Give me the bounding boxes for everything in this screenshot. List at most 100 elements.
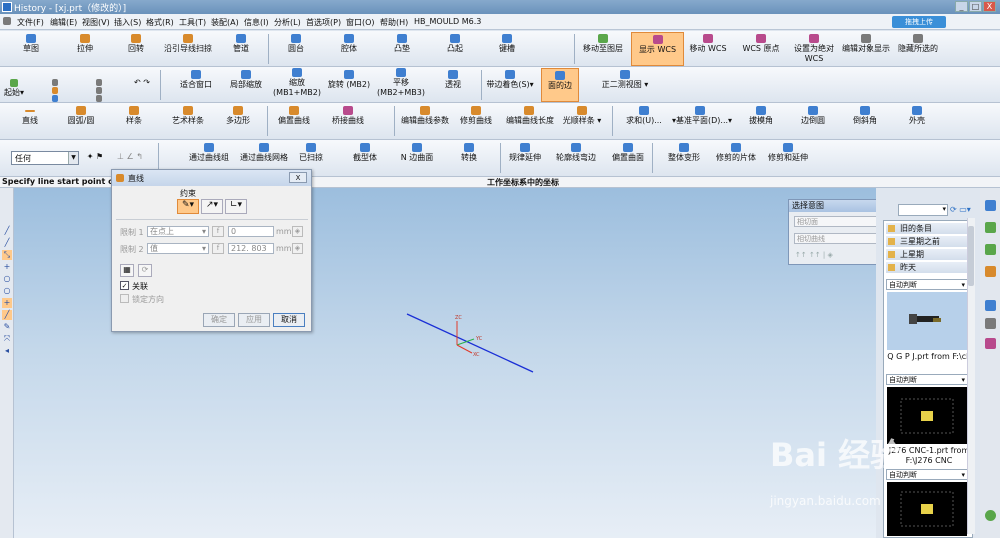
history-filter-select-1[interactable]: 自动判断 ▾ xyxy=(886,279,968,290)
history-scrollbar-thumb[interactable] xyxy=(968,226,974,286)
face-edges-button[interactable]: 面的边 xyxy=(541,68,579,102)
history-group-old[interactable]: 旧的条目 xyxy=(886,223,972,234)
menu-edit[interactable]: 编辑(E) xyxy=(50,17,77,28)
datum-plane-button[interactable]: ▾基准平面(D)...▾ xyxy=(672,106,732,126)
through-curve-mesh-button[interactable]: 通过曲线网格 xyxy=(236,143,292,163)
unite-button[interactable]: 求和(U)... xyxy=(624,106,664,126)
apply-button[interactable]: 应用 xyxy=(238,313,270,327)
minimize-button[interactable]: _ xyxy=(955,1,968,12)
menu-view[interactable]: 视图(V) xyxy=(82,17,110,28)
menu-hb-mould[interactable]: HB_MOULD M6.3 xyxy=(414,17,481,26)
menu-assembly[interactable]: 装配(A) xyxy=(211,17,239,28)
limit2-formula-icon[interactable]: f xyxy=(212,243,224,254)
swept-button[interactable]: 已扫掠 xyxy=(296,143,326,163)
web-browser-icon[interactable] xyxy=(985,266,996,277)
selection-tools[interactable]: ✦ ⚑ xyxy=(82,152,108,162)
edge-blend-button[interactable]: 边倒圆 xyxy=(800,106,826,126)
assembly-navigator-icon[interactable] xyxy=(985,200,996,211)
part-navigator-icon[interactable] xyxy=(985,222,996,233)
more-tools-icon[interactable]: ◂ xyxy=(2,346,12,356)
history-group-3weeks[interactable]: 三星期之前 xyxy=(886,236,972,247)
hide-selected-button[interactable]: 隐藏所选的 xyxy=(896,34,940,54)
curve-length-button[interactable]: 编辑曲线长度 xyxy=(506,106,554,126)
studio-spline-button[interactable]: 艺术样条 xyxy=(168,106,208,126)
reverse-option-button[interactable]: ⟳ xyxy=(138,264,152,277)
line-tool2-icon[interactable]: ╱ xyxy=(2,238,12,248)
app-menu-icon[interactable] xyxy=(3,17,11,25)
tube-button[interactable]: 管道 xyxy=(227,34,255,54)
smooth-spline-button[interactable]: 光顺样条 ▾ xyxy=(562,106,602,126)
upload-button[interactable]: 拖拽上传 xyxy=(892,16,946,28)
history-group-yesterday[interactable]: 昨天 xyxy=(886,262,972,273)
limit1-value-input[interactable]: 0 xyxy=(228,226,274,237)
history-thumbnail-3[interactable] xyxy=(887,482,967,536)
shell-button[interactable]: 外壳 xyxy=(904,106,930,126)
bridge-curve-button[interactable]: 桥接曲线 xyxy=(328,106,368,126)
limit2-value-input[interactable]: 212. 803 xyxy=(228,243,274,254)
polygon-button[interactable]: 多边形 xyxy=(224,106,252,126)
shaded-with-edges-button[interactable]: 带边着色(S)▾ xyxy=(484,70,536,90)
zoom-button[interactable]: 缩放 (MB1+MB2) xyxy=(272,68,322,98)
intent-options-icons[interactable]: ↑↑ ↑↑ | ◈ xyxy=(795,251,833,259)
circle-tool-icon[interactable]: ○ xyxy=(2,274,12,284)
history-search-input[interactable]: ▾ xyxy=(898,204,948,216)
reuse-library-icon[interactable] xyxy=(985,244,996,255)
trimetric-view-button[interactable]: 正二测视图 ▾ xyxy=(596,70,654,90)
system-materials-icon[interactable] xyxy=(985,318,996,329)
offset-surface-button[interactable]: 偏置曲面 xyxy=(610,143,646,163)
through-curves-button[interactable]: 通过曲线组 xyxy=(184,143,234,163)
wcs-origin-button[interactable]: WCS 原点 xyxy=(740,34,782,54)
pad-button[interactable]: 凸垫 xyxy=(389,34,415,54)
extrude-button[interactable]: 拉伸 xyxy=(72,34,98,54)
n-sided-surface-button[interactable]: N 边曲面 xyxy=(398,143,436,163)
line-button[interactable]: 直线 xyxy=(18,106,42,126)
point-tool-icon[interactable]: + xyxy=(2,262,12,272)
rotate-button[interactable]: 旋转 (MB2) xyxy=(326,70,372,90)
sweep-button[interactable]: 沿引导线扫掠 xyxy=(160,34,216,54)
limit1-type-select[interactable]: 在点上 ▾ xyxy=(147,226,209,237)
spline-button[interactable]: 样条 xyxy=(122,106,146,126)
law-extension-button[interactable]: 规律延伸 xyxy=(505,143,545,163)
dialog-titlebar[interactable]: 直线 X xyxy=(112,170,311,186)
transform-tool-icon[interactable]: ⤧ xyxy=(2,334,12,344)
type-filter-dropdown[interactable]: 任何 ▼ xyxy=(11,151,79,165)
limit1-options-icon[interactable]: ◈ xyxy=(292,226,303,237)
move-wcs-button[interactable]: 移动 WCS xyxy=(688,34,728,54)
limit2-options-icon[interactable]: ◈ xyxy=(292,243,303,254)
constraint-point-button[interactable]: ✎▾ xyxy=(177,199,199,214)
plane-option-button[interactable]: ▦ xyxy=(120,264,134,277)
menu-preferences[interactable]: 首选项(P) xyxy=(306,17,341,28)
active-line-tool-icon[interactable]: ⤡ xyxy=(2,250,12,260)
zoom-region-button[interactable]: 局部缩放 xyxy=(226,70,266,90)
menu-window[interactable]: 窗口(O) xyxy=(346,17,375,28)
history-filter-select-2[interactable]: 自动判断 ▾ xyxy=(886,374,968,385)
associative-checkbox[interactable]: ✓ xyxy=(120,281,129,290)
edit-object-display-button[interactable]: 编辑对象显示 xyxy=(842,34,890,54)
snap-point-icon[interactable]: + xyxy=(2,298,12,308)
menu-insert[interactable]: 插入(S) xyxy=(114,17,141,28)
maximize-button[interactable]: □ xyxy=(969,1,982,12)
global-shaping-button[interactable]: 整体变形 xyxy=(664,143,704,163)
history-thumbnail-1[interactable] xyxy=(887,292,967,350)
constraint-angle-button[interactable]: ∟▾ xyxy=(225,199,247,214)
snap-line-icon[interactable]: ╱ xyxy=(2,310,12,320)
limit1-formula-icon[interactable]: f xyxy=(212,226,224,237)
offset-curve-button[interactable]: 偏置曲线 xyxy=(276,106,312,126)
menu-help[interactable]: 帮助(H) xyxy=(380,17,408,28)
start-menu-button[interactable]: 起始▾ xyxy=(4,79,24,98)
arc-circle-button[interactable]: 圆弧/圆 xyxy=(66,106,96,126)
constraint-tangent-button[interactable]: ↗▾ xyxy=(201,199,223,214)
snap-tools[interactable]: ⊥ ∠ ↰ xyxy=(110,152,150,162)
chamfer-button[interactable]: 倒斜角 xyxy=(852,106,878,126)
menu-format[interactable]: 格式(R) xyxy=(146,17,174,28)
history-group-lastweek[interactable]: 上星期 xyxy=(886,249,972,260)
boss-button[interactable]: 圆台 xyxy=(283,34,309,54)
circle2-tool-icon[interactable]: ○ xyxy=(2,286,12,296)
menu-info[interactable]: 信息(I) xyxy=(244,17,269,28)
trim-curve-button[interactable]: 修剪曲线 xyxy=(458,106,494,126)
fit-window-button[interactable]: 适合窗口 xyxy=(178,70,214,90)
sketch-button[interactable]: 草图 xyxy=(18,34,44,54)
display-wcs-button[interactable]: 显示 WCS xyxy=(631,32,684,66)
emboss-button[interactable]: 凸起 xyxy=(442,34,468,54)
trimmed-sheet-button[interactable]: 修剪的片体 xyxy=(714,143,758,163)
